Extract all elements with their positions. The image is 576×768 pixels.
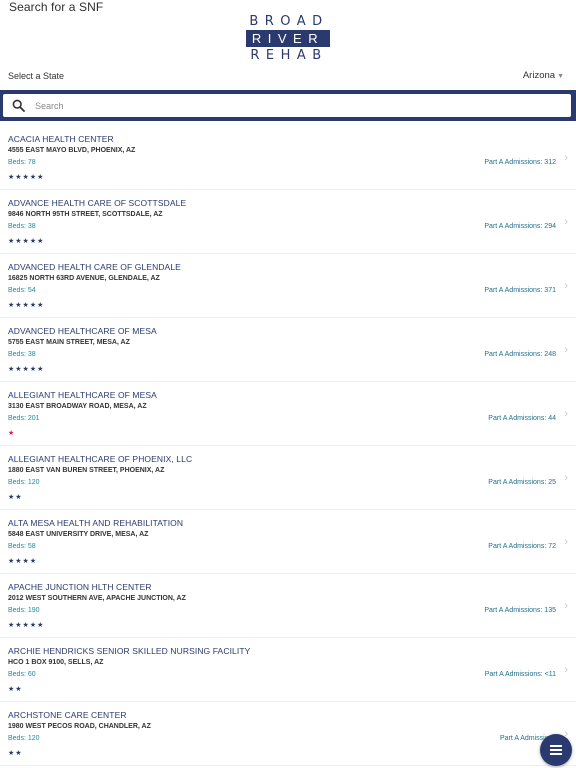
chevron-right-icon: ›: [564, 344, 568, 356]
facility-name: ARCHIE HENDRICKS SENIOR SKILLED NURSING …: [8, 646, 251, 656]
broad-river-rehab-logo: BROAD RIVER REHAB: [246, 14, 330, 64]
facility-star-rating: ★★★★★: [8, 366, 45, 373]
menu-icon-bar: [550, 749, 562, 751]
chevron-right-icon: ›: [564, 216, 568, 228]
facility-part-a-admissions: Part A Admissions: 248: [484, 351, 556, 358]
facility-list-item[interactable]: ACACIA HEALTH CENTER 4555 EAST MAYO BLVD,…: [0, 126, 576, 190]
facility-address: 5755 EAST MAIN STREET, MESA, AZ: [8, 339, 130, 346]
logo-line-top: BROAD: [249, 14, 329, 29]
facility-address: HCO 1 BOX 9100, SELLS, AZ: [8, 659, 104, 666]
chevron-right-icon: ›: [564, 600, 568, 612]
logo-line-bottom: REHAB: [250, 48, 328, 63]
facility-star-rating: ★★★★★: [8, 302, 45, 309]
facility-address: 2012 WEST SOUTHERN AVE, APACHE JUNCTION,…: [8, 595, 186, 602]
chevron-right-icon: ›: [564, 408, 568, 420]
facility-star-rating: ★★★★★: [8, 238, 45, 245]
facility-part-a-admissions: Part A Admissions: 72: [488, 543, 556, 550]
facility-beds: Beds: 120: [8, 735, 40, 742]
facility-name: ACACIA HEALTH CENTER: [8, 134, 114, 144]
search-input[interactable]: [33, 97, 557, 115]
facility-part-a-admissions: Part A Admissions: 44: [488, 415, 556, 422]
facility-part-a-admissions: Part A Admissions: 25: [488, 479, 556, 486]
facility-name: ARCHSTONE CARE CENTER: [8, 710, 127, 720]
page-title: Search for a SNF: [9, 0, 104, 14]
menu-fab-button[interactable]: [540, 734, 572, 766]
chevron-down-icon[interactable]: ▼: [557, 73, 564, 80]
facility-name: ALLEGIANT HEALTHCARE OF MESA: [8, 390, 157, 400]
facility-beds: Beds: 38: [8, 351, 36, 358]
facility-address: 1980 WEST PECOS ROAD, CHANDLER, AZ: [8, 723, 151, 730]
facility-star-rating: ★★★★★: [8, 174, 45, 181]
facility-beds: Beds: 58: [8, 543, 36, 550]
chevron-right-icon: ›: [564, 664, 568, 676]
facility-part-a-admissions: Part A Admissions: 135: [484, 607, 556, 614]
facility-name: ADVANCE HEALTH CARE OF SCOTTSDALE: [8, 198, 187, 208]
facility-name: ADVANCED HEALTHCARE OF MESA: [8, 326, 157, 336]
facility-list-item[interactable]: ARCHSTONE CARE CENTER 1980 WEST PECOS ROA…: [0, 702, 576, 766]
facility-address: 5848 EAST UNIVERSITY DRIVE, MESA, AZ: [8, 531, 149, 538]
search-bar: [0, 90, 576, 121]
facility-star-rating: ★★: [8, 686, 23, 693]
facility-address: 9846 NORTH 95TH STREET, SCOTTSDALE, AZ: [8, 211, 163, 218]
chevron-right-icon: ›: [564, 536, 568, 548]
facility-beds: Beds: 120: [8, 479, 40, 486]
facility-list-item[interactable]: ALLEGIANT HEALTHCARE OF MESA 3130 EAST BR…: [0, 382, 576, 446]
facility-beds: Beds: 54: [8, 287, 36, 294]
facility-list-item[interactable]: ALTA MESA HEALTH AND REHABILITATION 5848 …: [0, 510, 576, 574]
chevron-right-icon: ›: [564, 152, 568, 164]
facility-part-a-admissions: Part A Admissions: <11: [484, 671, 556, 678]
facility-beds: Beds: 201: [8, 415, 40, 422]
facility-address: 16825 NORTH 63RD AVENUE, GLENDALE, AZ: [8, 275, 160, 282]
facility-list-item[interactable]: ADVANCE HEALTH CARE OF SCOTTSDALE 9846 NO…: [0, 190, 576, 254]
chevron-right-icon: ›: [564, 472, 568, 484]
facility-beds: Beds: 78: [8, 159, 36, 166]
logo-line-middle: RIVER: [246, 30, 330, 47]
facility-part-a-admissions: Part A Admissions: 312: [484, 159, 556, 166]
facility-list-item[interactable]: ADVANCED HEALTH CARE OF GLENDALE 16825 NO…: [0, 254, 576, 318]
state-selector[interactable]: Arizona ▼: [523, 70, 564, 81]
facility-name: ADVANCED HEALTH CARE OF GLENDALE: [8, 262, 181, 272]
facility-list-item[interactable]: ADVANCED HEALTHCARE OF MESA 5755 EAST MAI…: [0, 318, 576, 382]
facility-list-item[interactable]: ARCHIE HENDRICKS SENIOR SKILLED NURSING …: [0, 638, 576, 702]
facility-list: ACACIA HEALTH CENTER 4555 EAST MAYO BLVD,…: [0, 126, 576, 766]
facility-star-rating: ★★: [8, 494, 23, 501]
top-header: Search for a SNF BROAD RIVER REHAB Selec…: [0, 0, 576, 90]
state-selector-label: Select a State: [8, 71, 65, 81]
facility-name: ALTA MESA HEALTH AND REHABILITATION: [8, 518, 184, 528]
facility-star-rating: ★: [8, 430, 16, 437]
search-box[interactable]: [3, 94, 571, 117]
facility-address: 3130 EAST BROADWAY ROAD, MESA, AZ: [8, 403, 147, 410]
menu-icon-bar: [550, 745, 562, 747]
state-selector-value[interactable]: Arizona: [523, 70, 555, 81]
facility-list-item[interactable]: ALLEGIANT HEALTHCARE OF PHOENIX, LLC 1880…: [0, 446, 576, 510]
facility-list-item[interactable]: APACHE JUNCTION HLTH CENTER 2012 WEST SOU…: [0, 574, 576, 638]
facility-part-a-admissions: Part A Admissions: 294: [484, 223, 556, 230]
facility-part-a-admissions: Part A Admissions: 371: [484, 287, 556, 294]
facility-star-rating: ★★★★★: [8, 622, 45, 629]
facility-address: 4555 EAST MAYO BLVD, PHOENIX, AZ: [8, 147, 136, 154]
facility-name: ALLEGIANT HEALTHCARE OF PHOENIX, LLC: [8, 454, 193, 464]
facility-beds: Beds: 38: [8, 223, 36, 230]
facility-beds: Beds: 190: [8, 607, 40, 614]
menu-icon-bar: [550, 753, 562, 755]
facility-star-rating: ★★: [8, 750, 23, 757]
facility-name: APACHE JUNCTION HLTH CENTER: [8, 582, 152, 592]
search-icon: [12, 99, 25, 112]
chevron-right-icon: ›: [564, 280, 568, 292]
facility-beds: Beds: 60: [8, 671, 36, 678]
facility-address: 1880 EAST VAN BUREN STREET, PHOENIX, AZ: [8, 467, 165, 474]
facility-star-rating: ★★★★: [8, 558, 38, 565]
